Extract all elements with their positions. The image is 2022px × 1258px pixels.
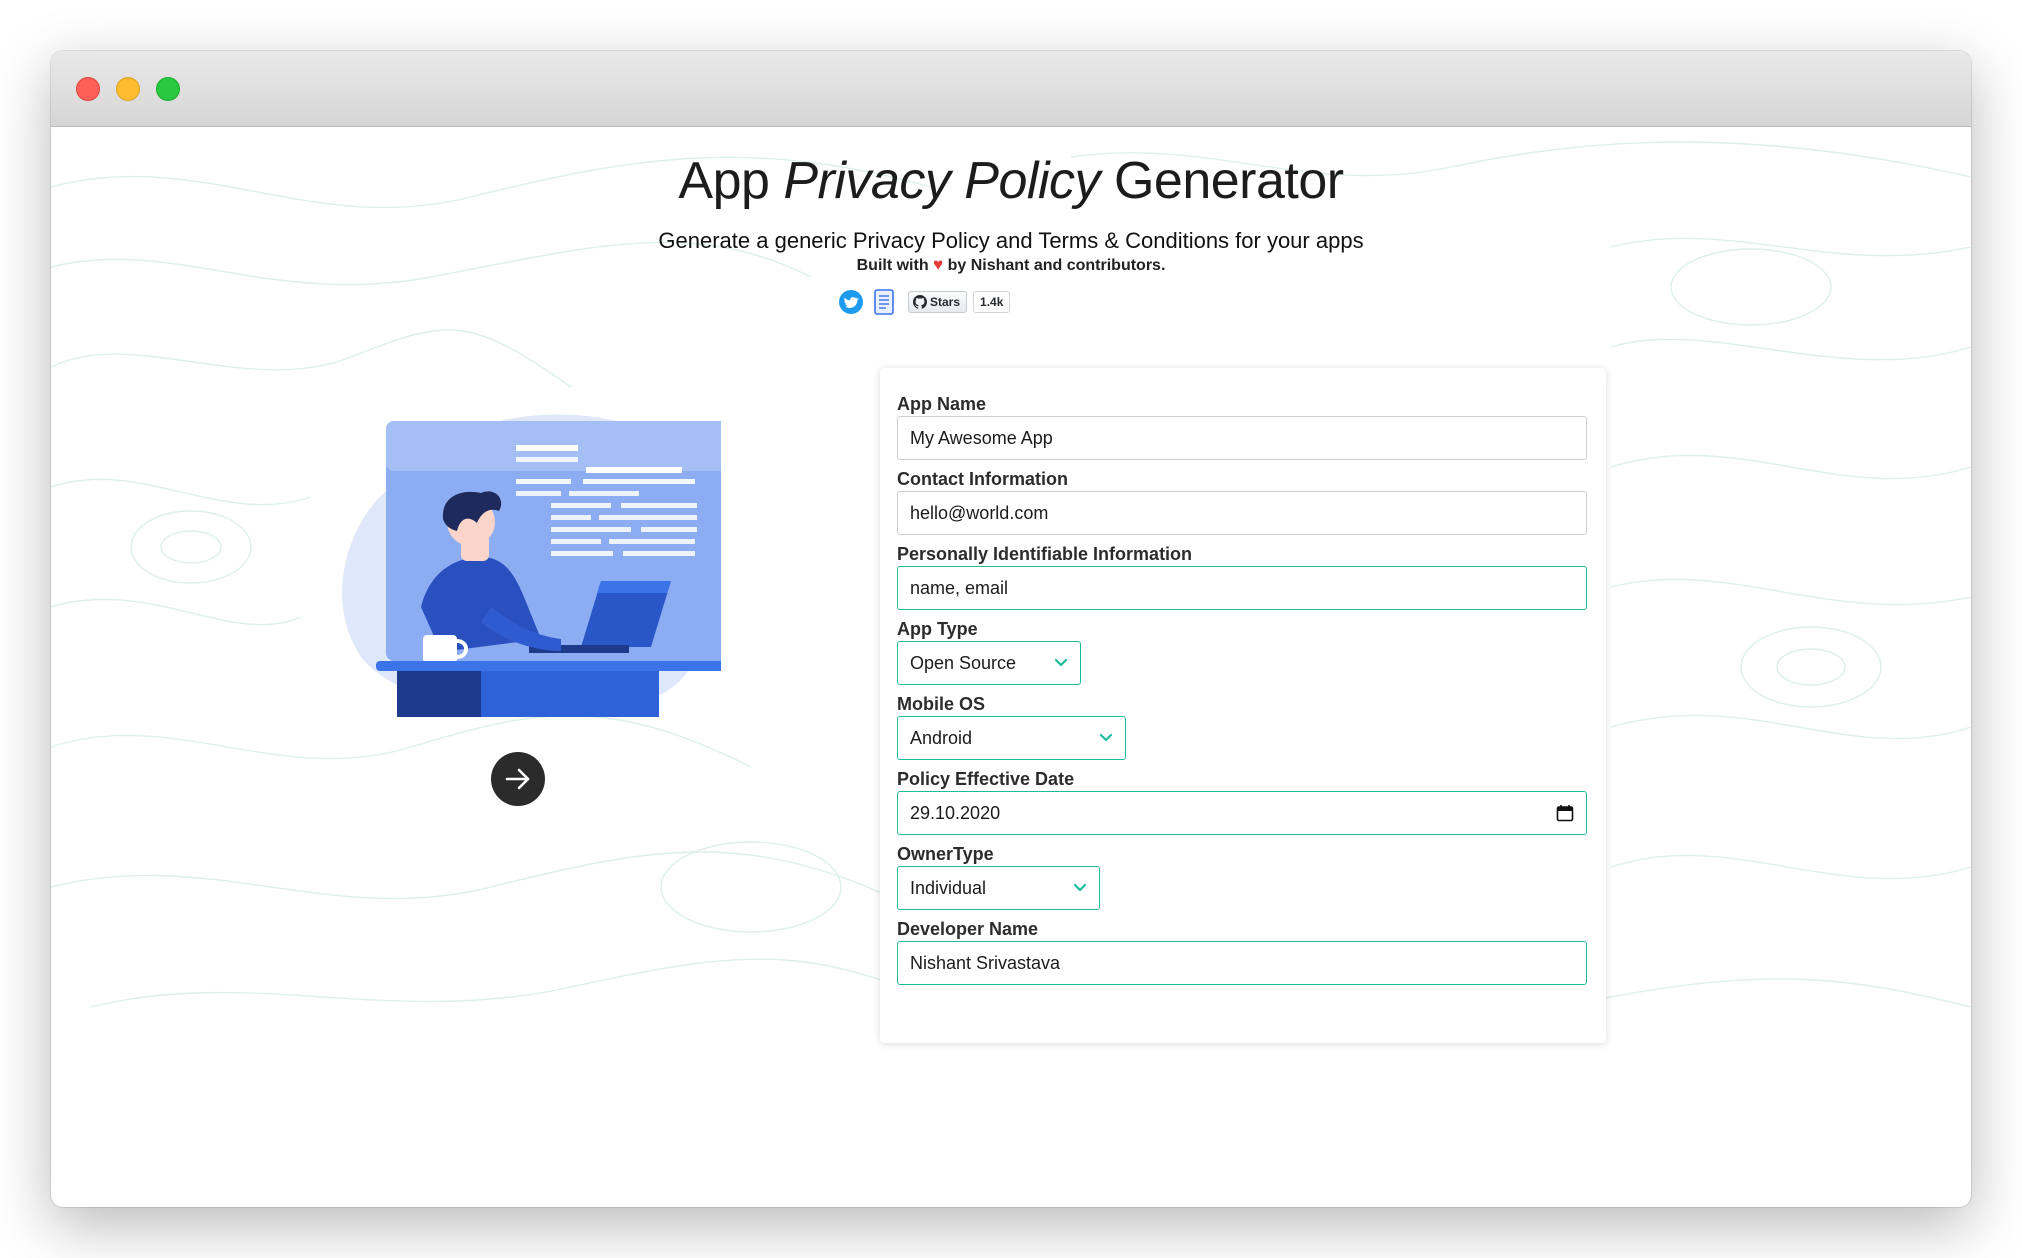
chevron-down-icon bbox=[1099, 733, 1113, 742]
github-stars-label: Stars bbox=[930, 295, 961, 309]
browser-window: App Privacy Policy Generator Generate a … bbox=[51, 51, 1971, 1207]
developer-name-label: Developer Name bbox=[897, 919, 1039, 939]
byline-suffix: by Nishant and contributors. bbox=[947, 257, 1166, 274]
owner-type-value: Individual bbox=[910, 877, 987, 898]
zoom-window-button[interactable] bbox=[156, 77, 180, 101]
next-arrow-button[interactable] bbox=[491, 752, 545, 806]
app-type-select[interactable]: Open Source bbox=[897, 641, 1081, 685]
contact-label: Contact Information bbox=[897, 469, 1068, 489]
developer-name-input[interactable]: Nishant Srivastava bbox=[897, 941, 1587, 985]
owner-type-label: OwnerType bbox=[897, 844, 994, 864]
minimize-window-button[interactable] bbox=[116, 77, 140, 101]
mobile-os-label: Mobile OS bbox=[897, 694, 986, 714]
mobile-os-select[interactable]: Android bbox=[897, 716, 1126, 760]
github-stars-button[interactable]: Stars bbox=[908, 291, 968, 313]
github-stars-badge[interactable]: Stars 1.4k bbox=[908, 291, 1011, 313]
pii-label: Personally Identifiable Information bbox=[897, 544, 1193, 564]
policy-form: App Name My Awesome App Contact Informat… bbox=[880, 368, 1606, 1043]
page-title: App Privacy Policy Generator bbox=[678, 152, 1344, 210]
pii-input[interactable]: name, email bbox=[897, 566, 1587, 610]
developer-illustration bbox=[342, 414, 721, 717]
social-links: Stars 1.4k bbox=[51, 289, 1971, 315]
close-window-button[interactable] bbox=[76, 77, 100, 101]
chevron-down-icon bbox=[1054, 658, 1068, 667]
effective-date-value: 29.10.2020 bbox=[910, 802, 1001, 823]
twitter-icon[interactable] bbox=[839, 290, 863, 314]
document-icon[interactable] bbox=[874, 289, 894, 315]
byline-prefix: Built with bbox=[856, 257, 929, 274]
app-type-label: App Type bbox=[897, 619, 978, 639]
page-subtitle: Generate a generic Privacy Policy and Te… bbox=[658, 228, 1364, 253]
title-bar bbox=[51, 51, 1971, 127]
owner-type-select[interactable]: Individual bbox=[897, 866, 1100, 910]
heart-icon: ♥ bbox=[933, 255, 944, 274]
app-type-value: Open Source bbox=[910, 652, 1017, 673]
arrow-right-icon bbox=[505, 768, 530, 790]
calendar-icon[interactable] bbox=[1556, 804, 1574, 822]
mobile-os-value: Android bbox=[910, 727, 973, 748]
page-content: App Privacy Policy Generator Generate a … bbox=[51, 127, 1971, 1207]
effective-date-label: Policy Effective Date bbox=[897, 769, 1075, 789]
chevron-down-icon bbox=[1073, 883, 1087, 892]
contact-input[interactable]: hello@world.com bbox=[897, 491, 1587, 535]
byline: Built with ♥ by Nishant and contributors… bbox=[51, 255, 1971, 275]
github-stars-count[interactable]: 1.4k bbox=[973, 291, 1011, 313]
github-icon bbox=[913, 295, 927, 309]
app-name-input[interactable]: My Awesome App bbox=[897, 416, 1587, 460]
effective-date-input[interactable]: 29.10.2020 bbox=[897, 791, 1587, 835]
app-name-label: App Name bbox=[897, 394, 987, 414]
